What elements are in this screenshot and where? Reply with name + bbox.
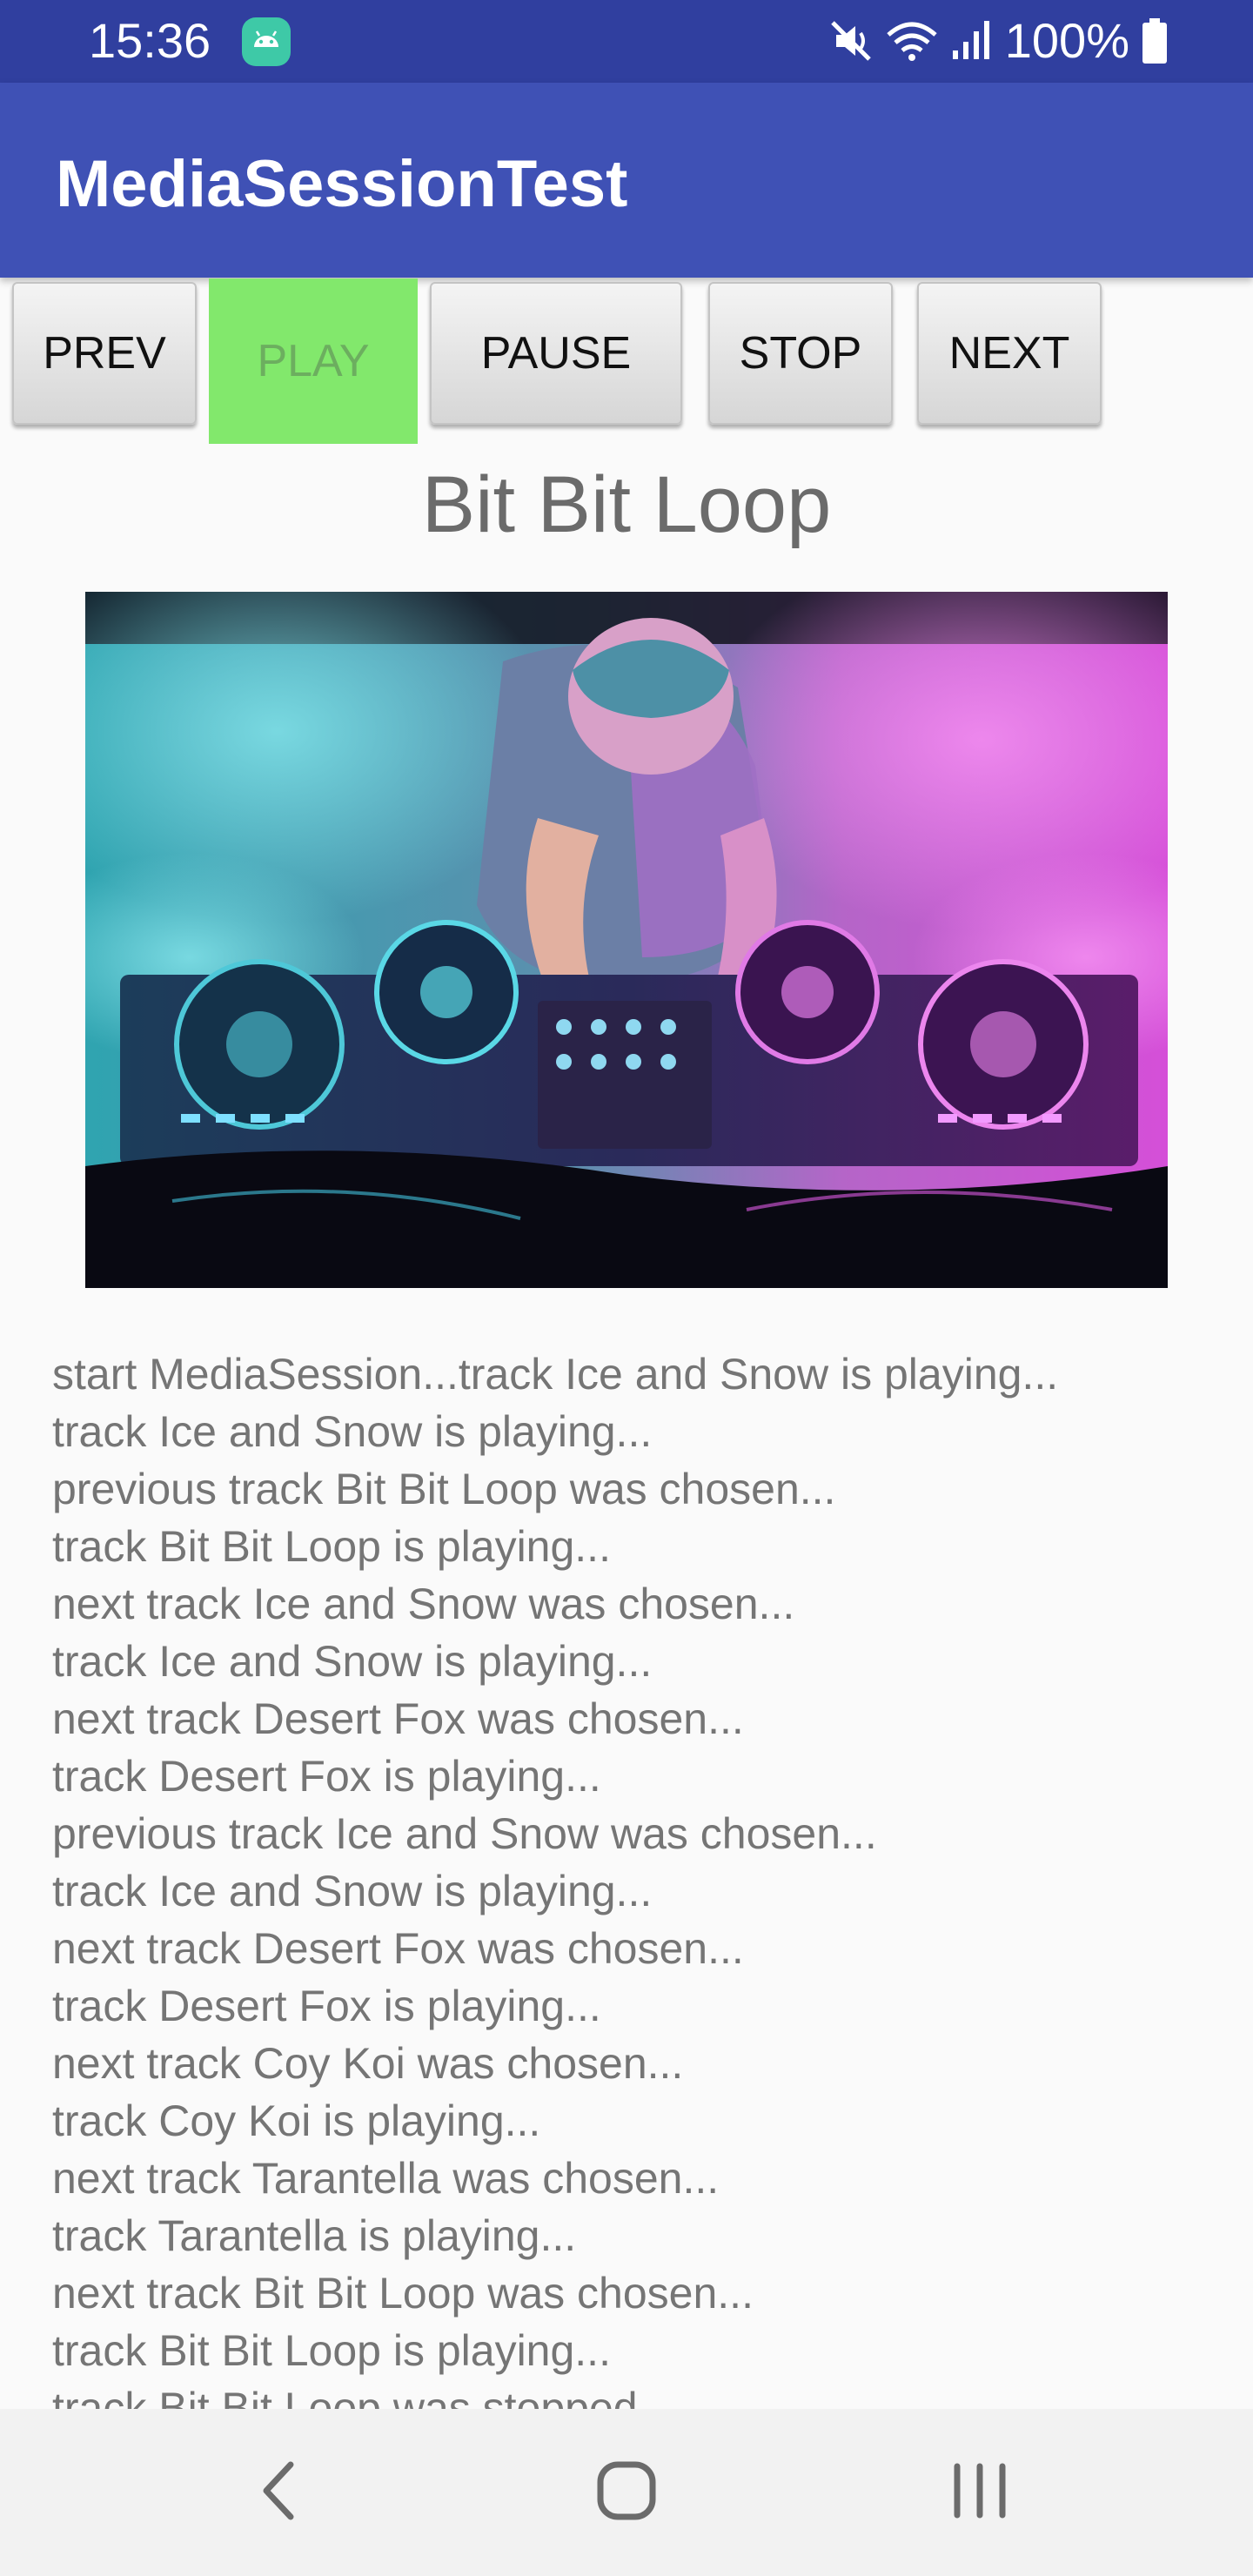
- android-icon: [242, 17, 291, 66]
- prev-button[interactable]: PREV: [12, 282, 197, 425]
- log-line: track Ice and Snow is playing...: [52, 1637, 653, 1686]
- log-line: next track Tarantella was chosen...: [52, 2154, 720, 2203]
- status-icons: 100%: [828, 12, 1169, 70]
- log-line: track Ice and Snow is playing...: [52, 1867, 653, 1915]
- log-line: track Bit Bit Loop is playing...: [52, 1522, 611, 1571]
- wifi-icon: [885, 17, 939, 64]
- status-bar: 15:36 100%: [0, 0, 1253, 83]
- app-bar: MediaSessionTest: [0, 83, 1253, 278]
- battery-icon: [1140, 17, 1169, 65]
- recents-icon: [945, 2456, 1015, 2530]
- log-line: next track Bit Bit Loop was chosen...: [52, 2269, 754, 2318]
- log-line: next track Desert Fox was chosen...: [52, 1924, 744, 1973]
- battery-percent: 100%: [1004, 13, 1129, 68]
- log-line: track Bit Bit Loop was stopped...: [52, 2384, 674, 2409]
- log-line: next track Coy Koi was chosen...: [52, 2039, 684, 2088]
- navigation-bar: [0, 2409, 1253, 2576]
- signal-icon: [949, 17, 995, 64]
- log-line: track Coy Koi is playing...: [52, 2096, 541, 2145]
- stop-button[interactable]: STOP: [708, 282, 893, 425]
- status-time: 15:36: [89, 13, 211, 68]
- recents-button[interactable]: [893, 2409, 1067, 2576]
- log-line: start MediaSession...track Ice and Snow …: [52, 1350, 1059, 1399]
- app-title: MediaSessionTest: [56, 147, 628, 221]
- log-line: previous track Bit Bit Loop was chosen..…: [52, 1465, 836, 1513]
- back-icon: [252, 2456, 305, 2530]
- home-icon: [592, 2456, 661, 2530]
- log-line: track Desert Fox is playing...: [52, 1982, 601, 2030]
- back-button[interactable]: [191, 2409, 365, 2576]
- muted-icon: [828, 17, 874, 64]
- log-line: track Desert Fox is playing...: [52, 1752, 601, 1801]
- log-line: track Tarantella is playing...: [52, 2211, 577, 2260]
- event-log[interactable]: start MediaSession...track Ice and Snow …: [52, 1345, 1218, 2409]
- album-art: [85, 592, 1168, 1288]
- log-line: track Bit Bit Loop is playing...: [52, 2326, 611, 2375]
- log-line: track Ice and Snow is playing...: [52, 1407, 653, 1456]
- log-line: next track Desert Fox was chosen...: [52, 1694, 744, 1743]
- log-line: previous track Ice and Snow was chosen..…: [52, 1809, 877, 1858]
- pause-button[interactable]: PAUSE: [430, 282, 682, 425]
- home-button[interactable]: [539, 2409, 714, 2576]
- track-title: Bit Bit Loop: [421, 460, 832, 549]
- log-line: next track Ice and Snow was chosen...: [52, 1580, 795, 1628]
- play-button[interactable]: PLAY: [209, 278, 418, 444]
- next-button[interactable]: NEXT: [917, 282, 1102, 425]
